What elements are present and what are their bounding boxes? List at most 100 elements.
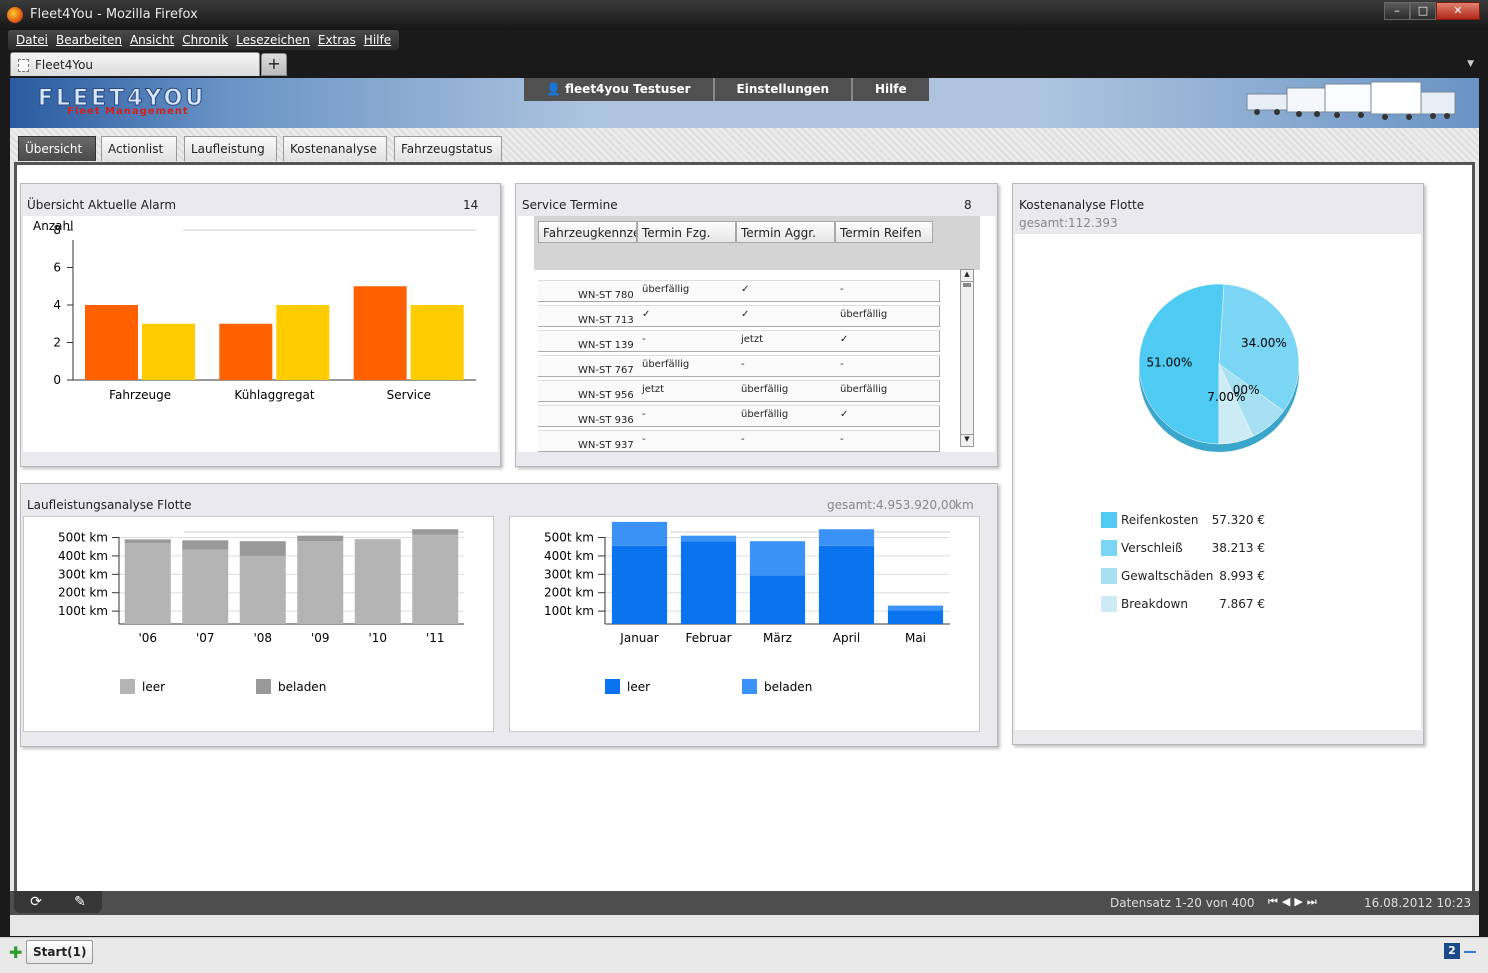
bar-segment [239, 541, 286, 556]
bar-segment [611, 521, 668, 546]
table-row[interactable]: WN-ST 937- - - [538, 430, 940, 452]
maximize-button[interactable]: □ [1410, 2, 1436, 20]
tab-fahrzeugstatus[interactable]: Fahrzeugstatus [394, 136, 502, 161]
bar-segment [182, 549, 229, 624]
tab-kostenanalyse[interactable]: Kostenanalyse [283, 136, 387, 161]
browser-tab[interactable]: Fleet4You [10, 52, 260, 76]
prev-page-icon[interactable]: ◀ [1282, 895, 1294, 908]
edit-icon[interactable]: ✎ [58, 891, 102, 913]
minimize-bar-icon[interactable] [1464, 951, 1476, 953]
new-tab-button[interactable]: + [261, 53, 287, 76]
legend-label: leer [142, 680, 165, 694]
x-tick-label: '09 [311, 631, 330, 645]
menu-datei[interactable]: Datei [12, 30, 52, 50]
table-cell: überfällig [642, 284, 690, 295]
window-titlebar: Fleet4You - Mozilla Firefox – □ ✕ [0, 0, 1488, 30]
settings-link[interactable]: Einstellungen [715, 78, 854, 101]
tab-list-icon[interactable]: ▼ [1467, 59, 1474, 69]
next-page-icon[interactable]: ▶ [1294, 895, 1306, 908]
window-title: Fleet4You - Mozilla Firefox [30, 7, 198, 22]
table-cell: - [642, 409, 646, 420]
lauf-panel: Laufleistungsanalyse Flotte gesamt:4.953… [20, 483, 998, 747]
bar-segment [297, 535, 344, 542]
y-tick-label: 100t km [58, 604, 108, 618]
x-tick-label: Kühlaggregat [234, 388, 314, 402]
menu-extras[interactable]: Extras [314, 30, 360, 50]
bar [276, 305, 330, 380]
col-header-termin-reifen[interactable]: Termin Reifen [835, 221, 933, 243]
legend-swatch [120, 679, 135, 694]
table-cell: - [642, 434, 646, 445]
bar-segment [887, 605, 944, 611]
table-cell: - [741, 359, 745, 370]
tab-uebersicht[interactable]: Übersicht [18, 136, 96, 161]
table-cell: WN-ST 937 [578, 440, 634, 451]
col-header-termin-aggr[interactable]: Termin Aggr. [736, 221, 835, 243]
legend-swatch [742, 679, 757, 694]
x-tick-label: März [763, 631, 792, 645]
first-page-icon[interactable]: ⏮ [1268, 895, 1282, 908]
table-cell: ✓ [642, 309, 651, 320]
app-tabs: Übersicht Actionlist Laufleistung Kosten… [10, 128, 1479, 162]
tab-laufleistung[interactable]: Laufleistung [184, 136, 277, 161]
scroll-up-icon[interactable]: ▲ [961, 270, 973, 282]
legend-value: 57.320 € [1211, 513, 1265, 527]
bar-segment [354, 539, 401, 541]
user-menu[interactable]: 👤 fleet4you Testuser [524, 78, 715, 101]
table-cell: WN-ST 956 [578, 390, 634, 401]
add-icon[interactable]: ✚ [9, 943, 22, 962]
table-row[interactable]: WN-ST 956 jetzt überfällig überfällig [538, 380, 940, 402]
menu-bearbeiten[interactable]: Bearbeiten [52, 30, 126, 50]
help-link[interactable]: Hilfe [853, 78, 929, 101]
notification-badge[interactable]: 2 [1444, 943, 1460, 959]
table-cell: WN-ST 936 [578, 415, 634, 426]
x-tick-label: '08 [253, 631, 272, 645]
service-title: Service Termine [522, 198, 618, 212]
legend-label: beladen [278, 680, 326, 694]
bar-segment [680, 541, 737, 624]
tab-actionlist[interactable]: Actionlist [101, 136, 177, 161]
lauf-unit: km [955, 498, 974, 512]
table-cell: ✓ [741, 284, 750, 295]
table-cell: WN-ST 780 [578, 290, 634, 301]
pie-label: 7.00% [1207, 390, 1245, 404]
bottom-buttons: ⟳ ✎ [14, 891, 102, 913]
table-row[interactable]: WN-ST 780 überfällig ✓ - [538, 280, 940, 302]
menu-chronik[interactable]: Chronik [178, 30, 232, 50]
record-count: Datensatz 1-20 von 400 [1110, 896, 1255, 910]
menu-ansicht[interactable]: Ansicht [126, 30, 178, 50]
start-button[interactable]: Start(1) [26, 940, 94, 964]
legend-swatch [1101, 596, 1117, 612]
main-content: Übersicht Aktuelle Alarm 14 Anzahl 0 2 4 6 8 F… [14, 162, 1475, 891]
menu-lesezeichen[interactable]: Lesezeichen [232, 30, 314, 50]
table-row[interactable]: WN-ST 713 ✓ ✓ überfällig [538, 305, 940, 327]
scroll-down-icon[interactable]: ▼ [961, 434, 973, 446]
y-tick-label: 6 [53, 261, 61, 275]
pie-label: 34.00% [1241, 336, 1287, 350]
minimize-button[interactable]: – [1384, 2, 1410, 20]
table-row[interactable]: WN-ST 139- jetzt ✓ [538, 330, 940, 352]
last-page-icon[interactable]: ⏭ [1307, 895, 1321, 908]
lauf-years-area: 100t km 200t km 300t km 400t km 500t km '06 '0… [23, 516, 494, 732]
table-cell: ✓ [840, 409, 849, 420]
refresh-icon[interactable]: ⟳ [14, 891, 58, 913]
bar-segment [887, 610, 944, 624]
kosten-panel: Kostenanalyse Flotte gesamt:112.393 51.0… [1012, 183, 1424, 745]
table-row[interactable]: WN-ST 767 überfällig - - [538, 355, 940, 377]
table-cell: überfällig [741, 409, 789, 420]
table-row[interactable]: WN-ST 936- überfällig ✓ [538, 405, 940, 427]
y-tick-label: 300t km [544, 567, 594, 581]
menu-hilfe[interactable]: Hilfe [360, 30, 395, 50]
grid-scrollbar[interactable]: ▲ ▼ [960, 269, 974, 447]
bar-segment [354, 540, 401, 624]
col-header-kennzeichen[interactable]: Fahrzeugkennzeichen [538, 221, 637, 243]
y-tick-label: 0 [53, 373, 61, 387]
scroll-thumb[interactable] [963, 283, 971, 287]
y-tick-label: 400t km [544, 549, 594, 563]
close-button[interactable]: ✕ [1436, 2, 1480, 20]
legend-swatch [1101, 540, 1117, 556]
lauf-total: gesamt:4.953.920,00 [827, 498, 957, 512]
col-header-termin-fzg[interactable]: Termin Fzg. [637, 221, 736, 243]
x-tick-label: '06 [138, 631, 157, 645]
y-tick-label: 200t km [58, 586, 108, 600]
